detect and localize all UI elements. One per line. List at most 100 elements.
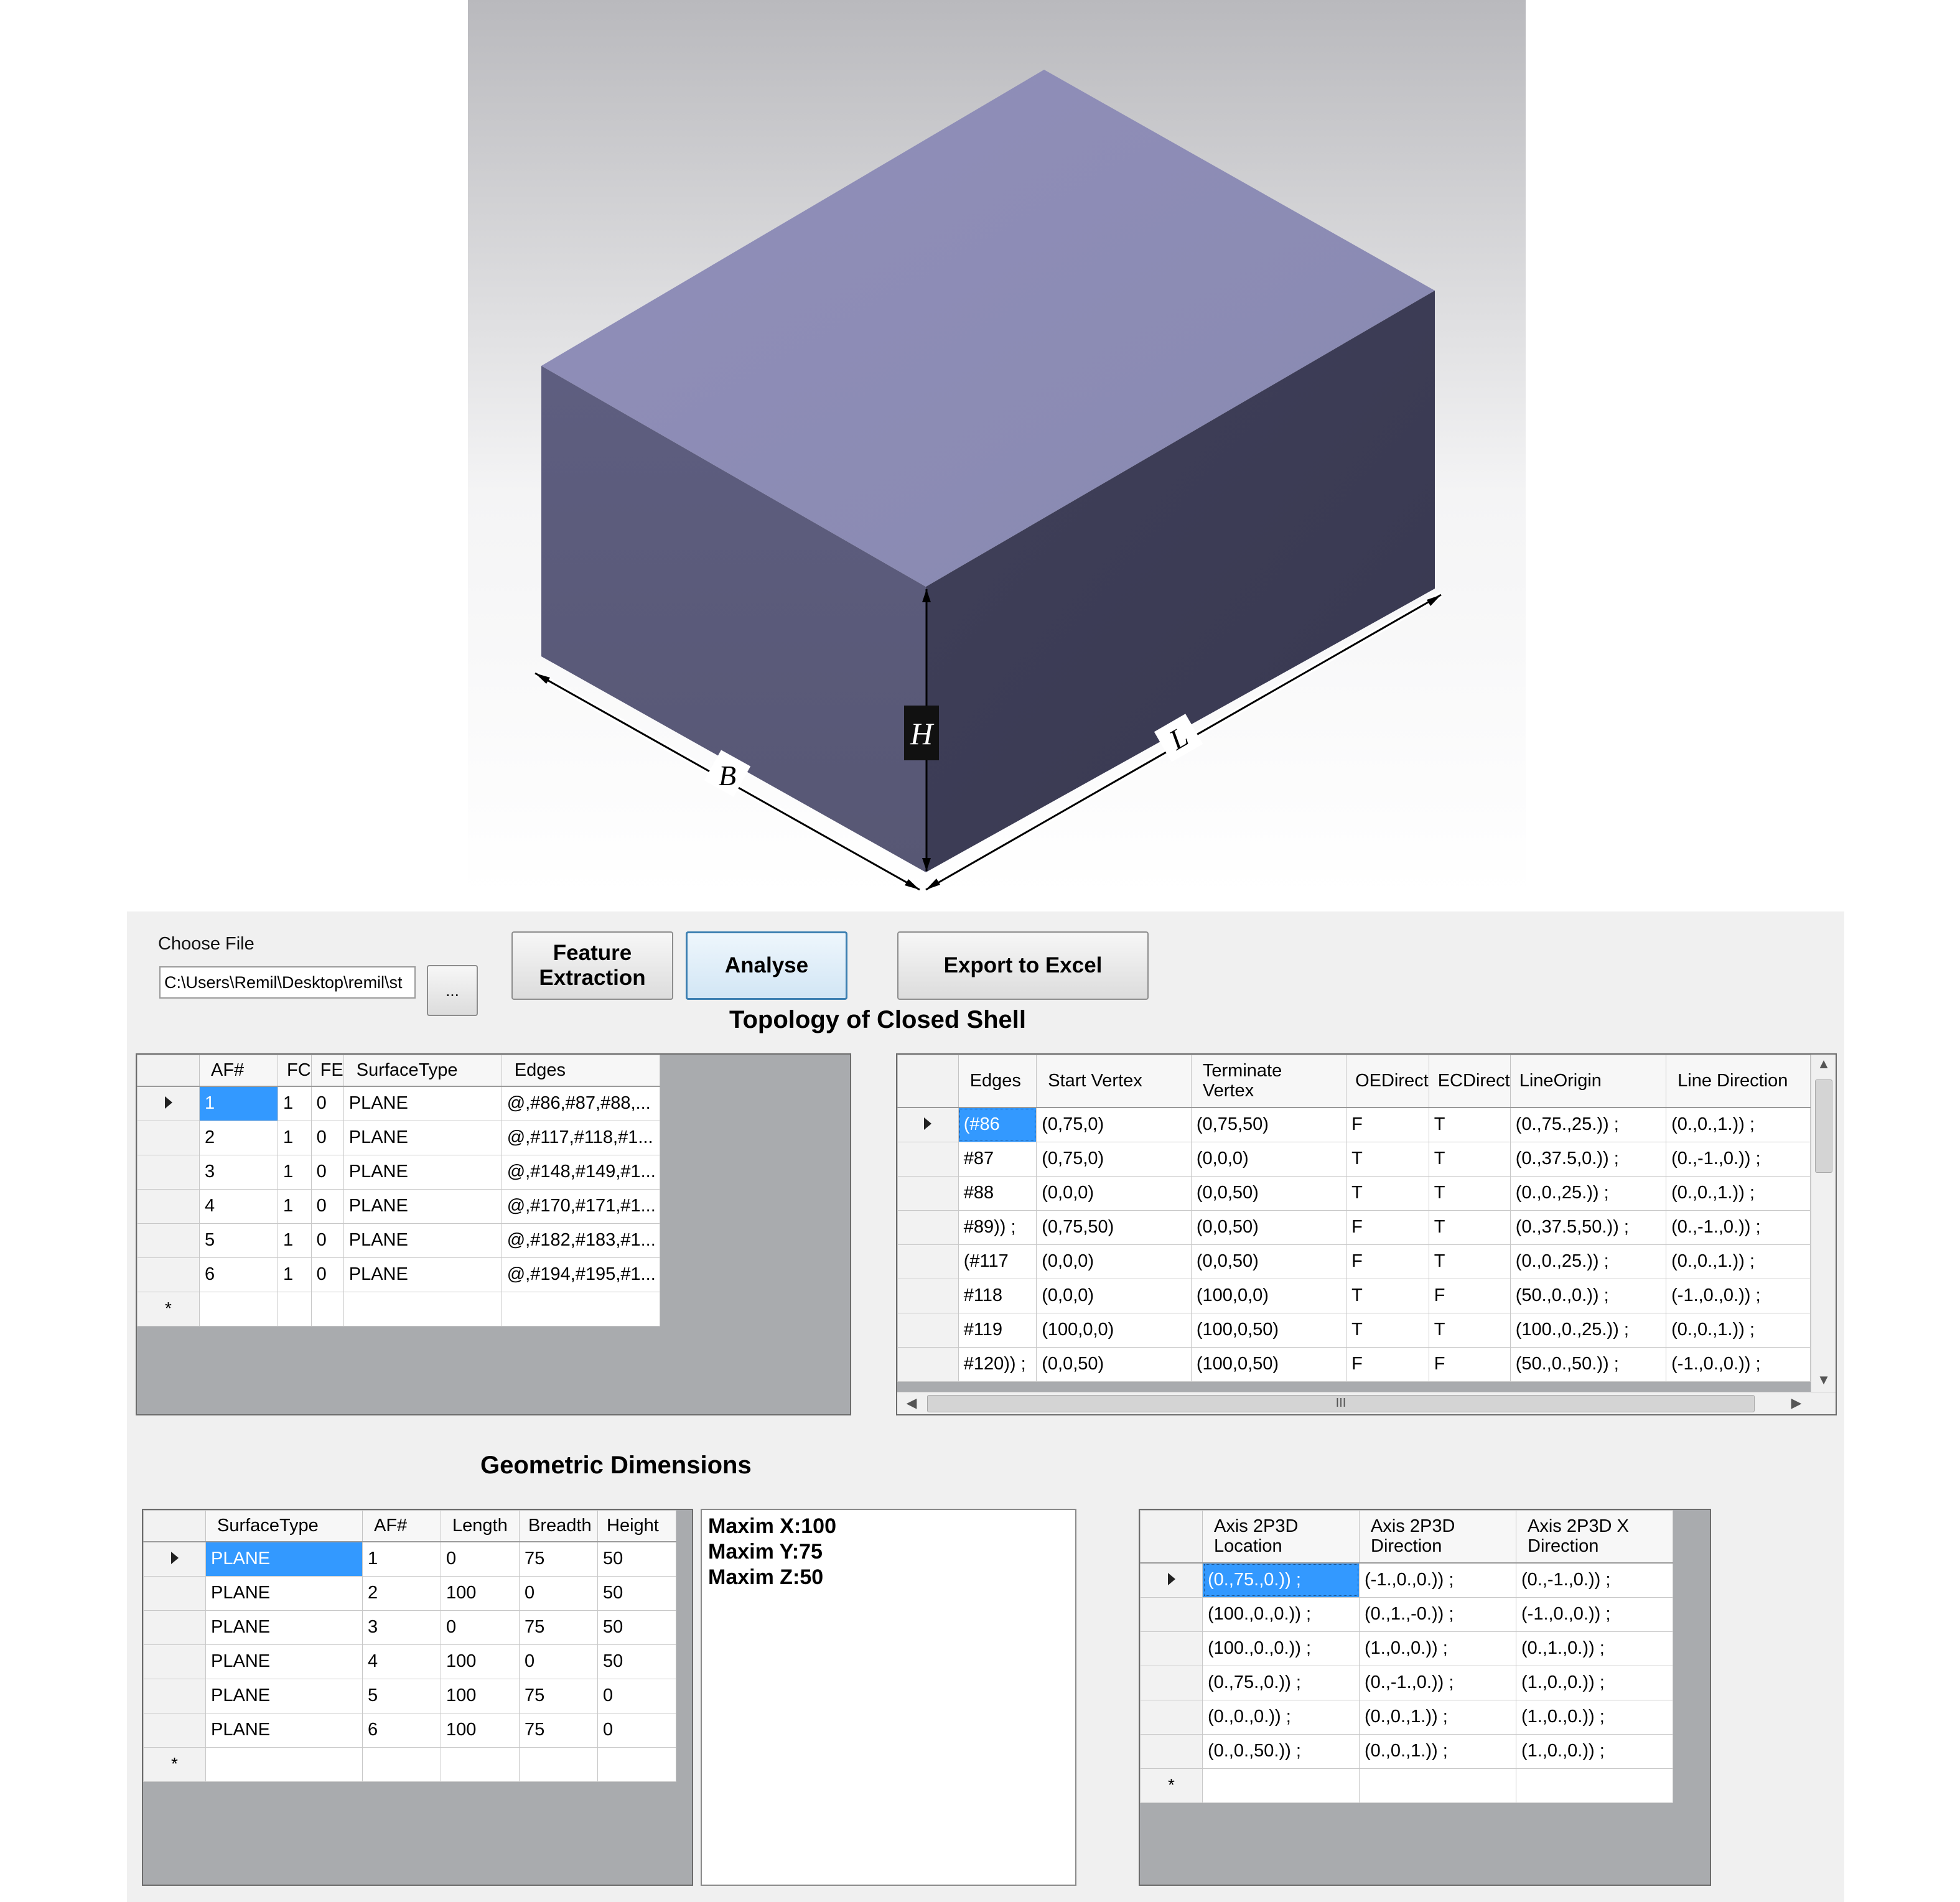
column-header[interactable]: Edges [501,1055,660,1087]
table-cell[interactable] [519,1746,598,1782]
table-cell[interactable]: (0,0,50) [1190,1210,1347,1245]
table-cell[interactable] [441,1746,520,1782]
table-cell[interactable]: F [1346,1244,1429,1279]
table-cell[interactable]: (0.,75.,0.)) ; [1202,1562,1360,1598]
table-cell[interactable]: #120)) ; [958,1346,1037,1382]
table-cell[interactable]: 0 [441,1541,520,1577]
table-cell[interactable]: #88 [958,1175,1037,1211]
new-row[interactable]: * [143,1746,676,1782]
table-cell[interactable]: 1 [278,1223,312,1258]
row-header[interactable] [1140,1733,1203,1769]
column-header[interactable]: Length [441,1510,520,1542]
table-cell[interactable]: (1.,0.,0.)) ; [1359,1631,1516,1666]
table-cell[interactable]: (-1.,0.,0.)) ; [1666,1346,1811,1382]
table-cell[interactable]: (0.,-1.,0.)) ; [1666,1141,1811,1177]
table-row[interactable]: #119 (100,0,0) (100,0,50) T T (100.,0.,25.)) … [897,1312,1811,1348]
table-cell[interactable]: T [1428,1175,1511,1211]
table-cell[interactable]: T [1428,1107,1511,1142]
column-header[interactable]: Axis 2P3D X Direction [1516,1510,1673,1564]
dimensions-grid[interactable]: SurfaceType AF# Length Breadth Height PLANE 1… [142,1509,693,1886]
table-cell[interactable]: @,#194,#195,#1... [501,1257,660,1292]
table-cell[interactable]: PLANE [205,1678,363,1713]
table-row[interactable]: (0.,75.,0.)) ; (0.,-1.,0.)) ; (1.,0.,0.)) … [1140,1665,1673,1700]
file-path-input[interactable]: C:\Users\Remil\Desktop\remil\st [159,966,416,999]
scroll-grip[interactable]: III [927,1395,1755,1412]
table-cell[interactable]: (100.,0.,0.)) ; [1202,1597,1360,1632]
table-cell[interactable]: (0.,0.,1.)) ; [1359,1699,1516,1735]
analyse-button[interactable]: Analyse [686,931,847,1000]
row-header[interactable] [143,1644,206,1679]
table-cell[interactable]: T [1428,1312,1511,1348]
table-cell[interactable]: PLANE [343,1120,502,1155]
row-header[interactable] [897,1312,959,1348]
table-cell[interactable]: @,#117,#118,#1... [501,1120,660,1155]
row-header[interactable] [897,1141,959,1177]
table-cell[interactable]: (0,75,50) [1036,1210,1192,1245]
column-header[interactable]: AF# [362,1510,441,1542]
table-row[interactable]: PLANE 2 100 0 50 [143,1575,676,1611]
table-cell[interactable]: PLANE [205,1541,363,1577]
table-cell[interactable]: (0,75,0) [1036,1107,1192,1142]
edges-vertical-scrollbar[interactable]: ▲ ▼ [1811,1055,1836,1392]
row-header[interactable] [137,1086,200,1121]
table-cell[interactable]: (0.,-1.,0.)) ; [1666,1210,1811,1245]
table-cell[interactable]: PLANE [343,1223,502,1258]
table-cell[interactable]: 1 [278,1120,312,1155]
table-cell[interactable] [501,1291,660,1326]
table-cell[interactable]: 3 [199,1154,278,1190]
table-cell[interactable]: 100 [441,1712,520,1748]
table-cell[interactable]: 100 [441,1678,520,1713]
column-header[interactable]: FE [310,1055,344,1087]
row-header[interactable] [137,1223,200,1258]
table-cell[interactable]: 0 [597,1712,676,1748]
table-cell[interactable]: 75 [519,1712,598,1748]
column-header[interactable]: OEDirect [1346,1055,1429,1108]
table-cell[interactable]: 2 [362,1575,441,1611]
new-row-header[interactable]: * [143,1746,206,1782]
column-header[interactable]: Breadth [519,1510,598,1542]
row-header[interactable] [1140,1631,1203,1666]
column-header[interactable]: FC [278,1055,312,1087]
table-cell[interactable]: (50.,0.,50.)) ; [1510,1346,1667,1382]
table-cell[interactable]: PLANE [343,1257,502,1292]
table-cell[interactable]: (0.,0.,1.)) ; [1666,1312,1811,1348]
column-header[interactable]: Terminate Vertex [1190,1055,1347,1108]
axis-placement-grid[interactable]: Axis 2P3D Location Axis 2P3D Direction Axi… [1139,1509,1711,1886]
table-cell[interactable]: 1 [278,1257,312,1292]
table-cell[interactable]: (100,0,50) [1190,1346,1347,1382]
column-header[interactable]: LineOrigin [1510,1055,1667,1108]
table-row[interactable]: (#86 (0,75,0) (0,75,50) F T (0.,75.,25.)) ; (0… [897,1107,1811,1142]
table-cell[interactable]: #119 [958,1312,1037,1348]
table-cell[interactable]: F [1428,1346,1511,1382]
table-cell[interactable]: F [1346,1210,1429,1245]
table-cell[interactable]: (-1.,0.,0.)) ; [1516,1597,1673,1632]
table-row[interactable]: PLANE 6 100 75 0 [143,1712,676,1748]
table-cell[interactable]: 4 [199,1188,278,1224]
table-cell[interactable]: (100,0,50) [1190,1312,1347,1348]
table-cell[interactable]: 6 [362,1712,441,1748]
new-row[interactable]: * [137,1291,660,1326]
table-cell[interactable]: (#86 [958,1107,1037,1142]
table-cell[interactable]: 0 [519,1644,598,1679]
table-row[interactable]: (100.,0.,0.)) ; (0.,1.,-0.)) ; (-1.,0.,0.)… [1140,1597,1673,1632]
table-cell[interactable]: (0,0,0) [1036,1278,1192,1313]
table-cell[interactable]: PLANE [343,1154,502,1190]
table-cell[interactable]: (100,0,0) [1190,1278,1347,1313]
table-cell[interactable]: 1 [362,1541,441,1577]
table-row[interactable]: 5 1 0 PLANE @,#182,#183,#1... [137,1223,660,1258]
table-cell[interactable]: 0 [310,1188,344,1224]
table-row[interactable]: 4 1 0 PLANE @,#170,#171,#1... [137,1188,660,1224]
table-cell[interactable]: PLANE [343,1086,502,1121]
table-cell[interactable]: 0 [310,1154,344,1190]
edges-horizontal-scrollbar[interactable]: ◀ III ▶ [897,1392,1836,1414]
export-to-excel-button[interactable]: Export to Excel [897,931,1149,1000]
table-row[interactable]: PLANE 4 100 0 50 [143,1644,676,1679]
table-cell[interactable]: 0 [519,1575,598,1611]
table-cell[interactable]: 5 [362,1678,441,1713]
table-row[interactable]: PLANE 3 0 75 50 [143,1610,676,1645]
table-cell[interactable]: (0.,37.5,0.)) ; [1510,1141,1667,1177]
table-row[interactable]: 1 1 0 PLANE @,#86,#87,#88,... [137,1086,660,1121]
table-cell[interactable]: (0,75,50) [1190,1107,1347,1142]
table-row[interactable]: PLANE 1 0 75 50 [143,1541,676,1577]
column-header[interactable]: Height [597,1510,676,1542]
